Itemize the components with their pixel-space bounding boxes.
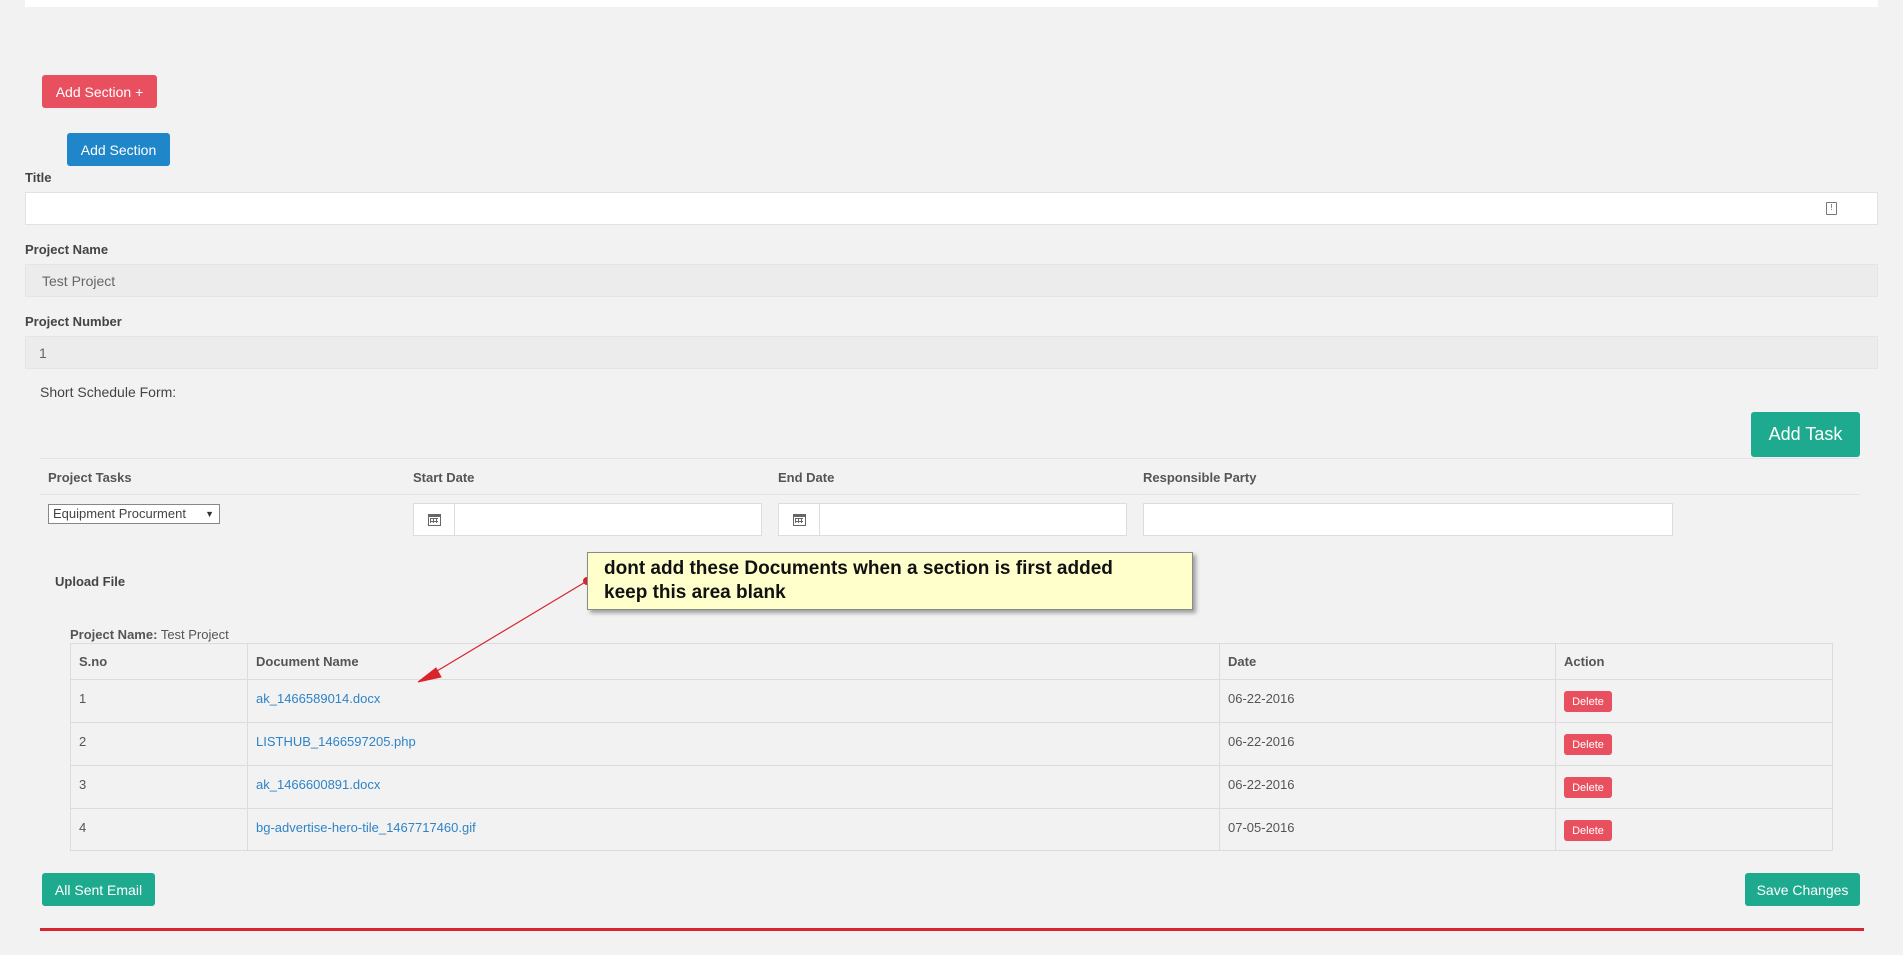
all-sent-email-button[interactable]: All Sent Email (42, 873, 155, 906)
save-changes-button[interactable]: Save Changes (1745, 873, 1860, 906)
annotation-line-2: keep this area blank (604, 582, 786, 603)
annotation-callout: dont add these Documents when a section … (587, 552, 1193, 610)
annotation-line-1: dont add these Documents when a section … (604, 558, 1113, 579)
section-divider-rule (40, 928, 1864, 931)
annotation-arrow (417, 577, 591, 683)
annotation-arrow-line (431, 580, 588, 675)
annotation-arrow-head (417, 667, 442, 683)
